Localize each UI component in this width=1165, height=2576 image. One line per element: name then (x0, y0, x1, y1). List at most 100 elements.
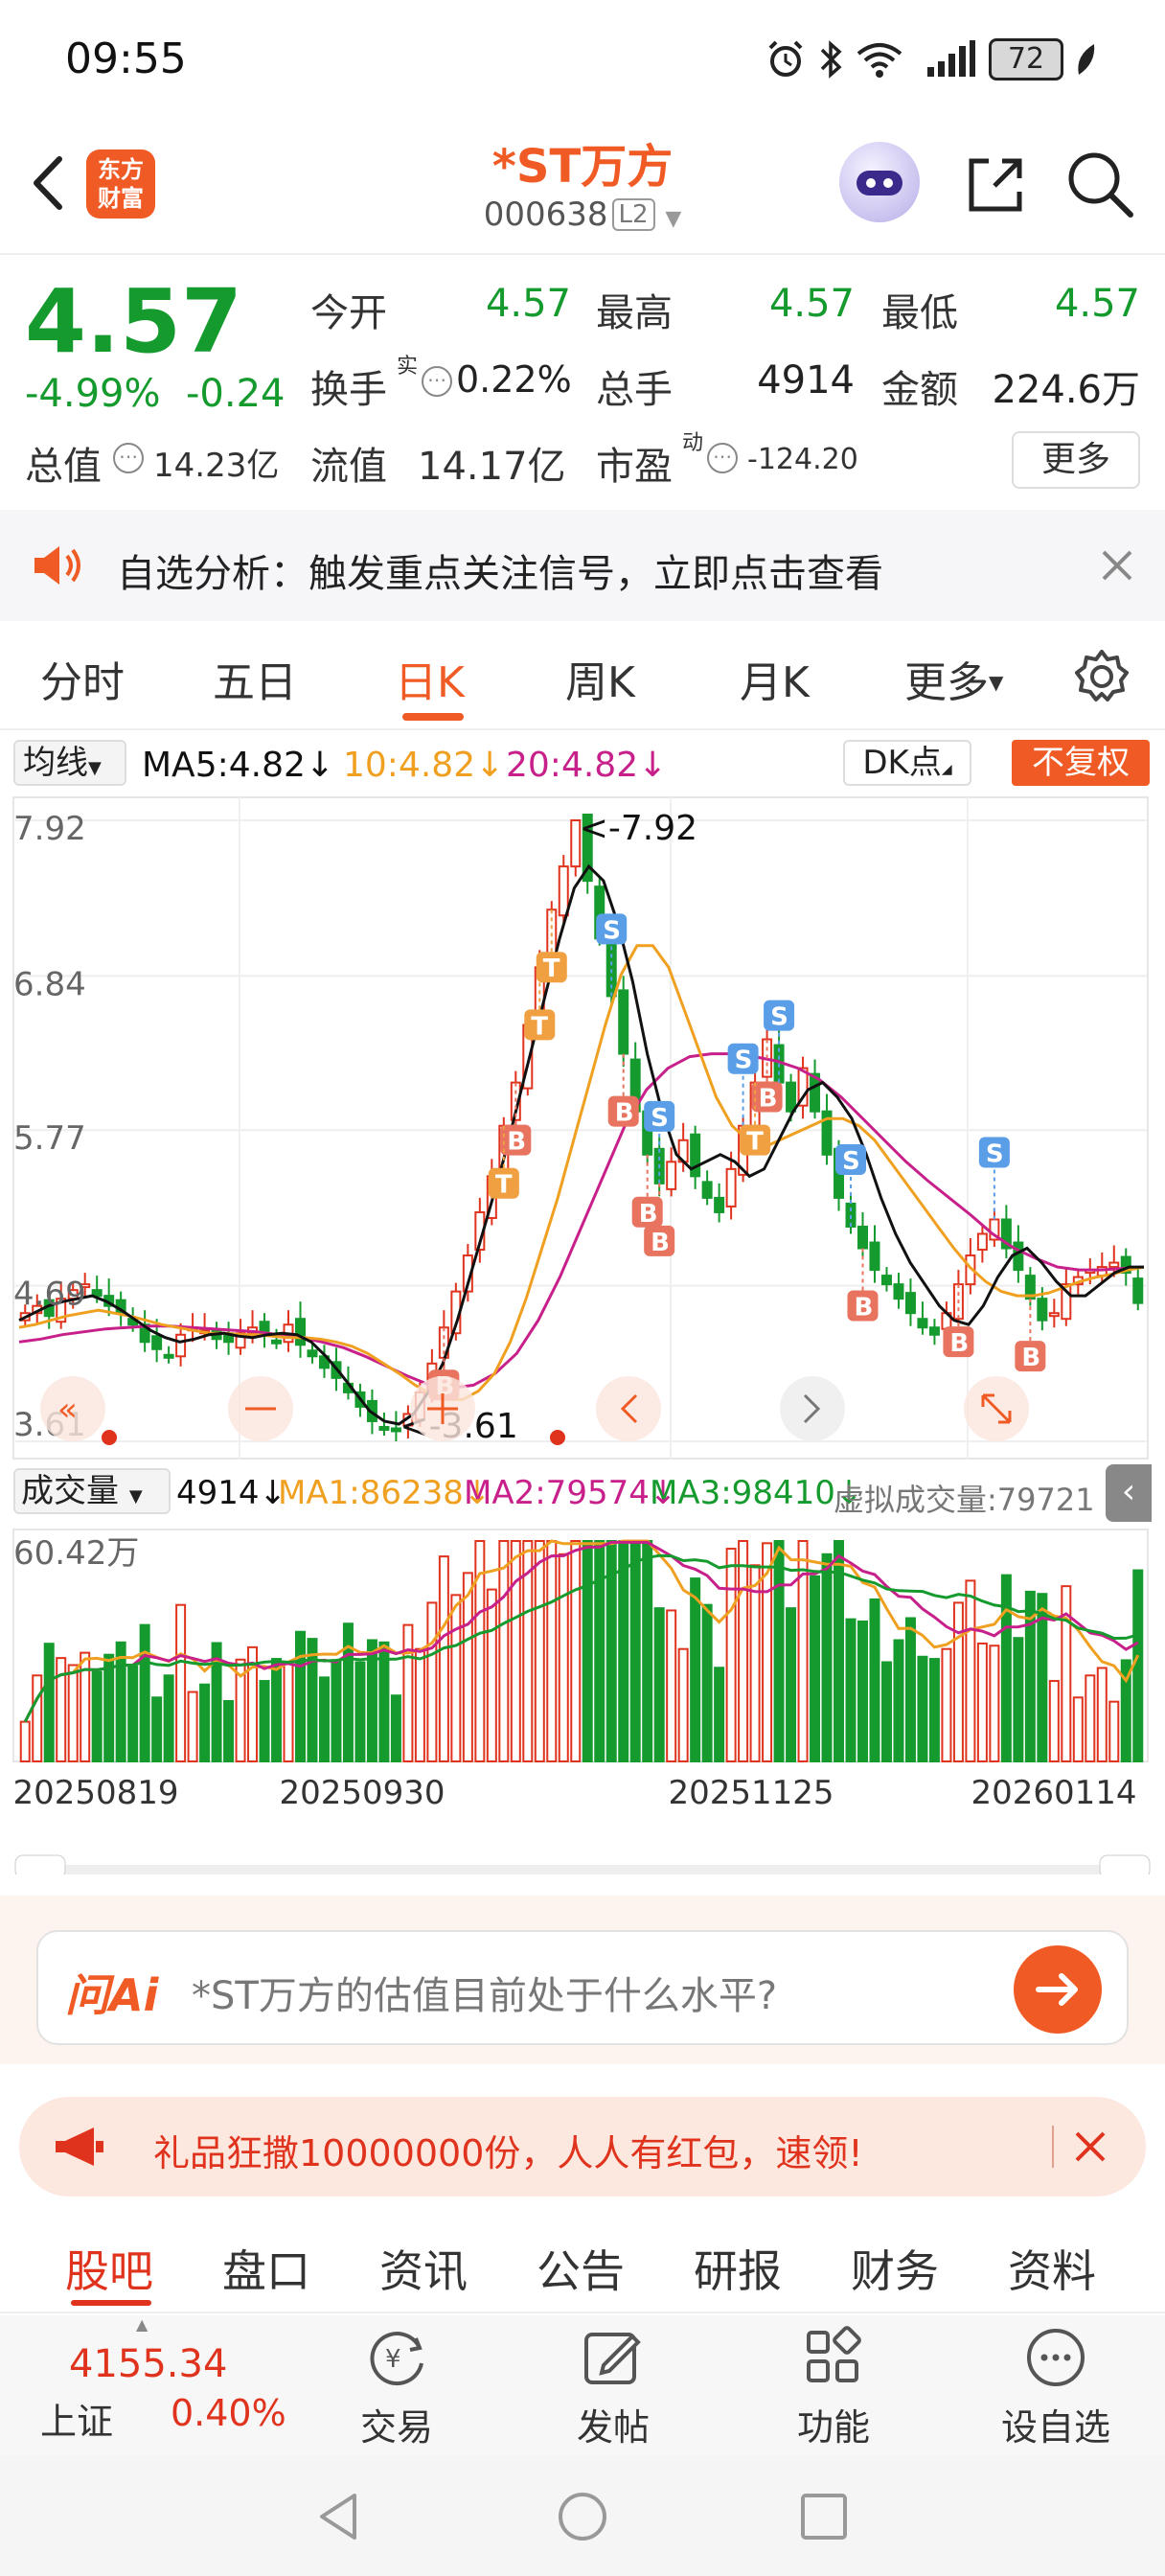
volume-selector[interactable]: 成交量 ▼ (13, 1468, 171, 1514)
volume-bar (880, 1661, 892, 1762)
add-watchlist-button[interactable]: 设自选 (989, 2315, 1123, 2455)
volume-indicator-bar: 成交量 ▼ 4914↓ MA1:86238↓ MA2:79574↓ MA3:98… (0, 1464, 1165, 1522)
tab-news[interactable]: 资讯 (379, 2237, 468, 2300)
analysis-banner[interactable]: 自选分析：触发重点关注信号，立即点击查看 (0, 510, 1165, 621)
volume-bar (965, 1579, 976, 1763)
candle-body (558, 865, 569, 917)
kline-chart[interactable]: BBBBBBBBBSSSSSSTTTT 7.926.845.774.693.61… (0, 792, 1165, 1464)
vol-current: 4914↓ (176, 1474, 287, 1512)
signal-letter: B (507, 1128, 526, 1157)
scrollbar-right-handle[interactable] (1099, 1854, 1151, 1874)
tab-order-book[interactable]: 盘口 (222, 2237, 310, 2300)
stock-code-row[interactable]: 000638 L2 ▼ (402, 196, 763, 234)
close-icon[interactable] (1071, 2128, 1109, 2166)
tab-financials[interactable]: 财务 (851, 2237, 939, 2300)
scroll-right-button[interactable] (780, 1376, 845, 1441)
volume-chart[interactable]: 60.42万 20250819 20250930 20251125 20260114 (0, 1522, 1165, 1874)
candle-body (151, 1335, 163, 1350)
candle-body (714, 1196, 725, 1213)
info-icon[interactable]: ⋯ (113, 443, 144, 473)
nav-recents-icon[interactable] (797, 2490, 851, 2543)
chart-scrollbar[interactable] (15, 1865, 1150, 1874)
volume-bar (1108, 1700, 1120, 1762)
volume-bar (414, 1647, 425, 1762)
collapse-panel-button[interactable]: ‹ (1106, 1464, 1152, 1522)
volume-bar (139, 1623, 150, 1762)
volume-bar (1132, 1569, 1144, 1763)
volume-bar (115, 1641, 126, 1762)
open-value: 4.57 (485, 282, 571, 326)
vol-ma3-text: MA3:98410 (650, 1474, 835, 1512)
logo-line1: 东方 (98, 156, 144, 183)
ma-selector[interactable]: 均线▼ (13, 740, 126, 786)
ma-indicator-bar: 均线▼ MA5:4.82↓ 10:4.82↓ 20:4.82↓ DK点◢ (0, 734, 1165, 792)
settings-gear-icon[interactable] (1073, 648, 1131, 705)
info-icon[interactable]: ⋯ (422, 366, 452, 397)
more-button[interactable]: 更多 (1012, 431, 1140, 489)
stock-name[interactable]: *ST万方 (402, 128, 763, 196)
volume-bar (295, 1630, 306, 1763)
signal-letter: B (759, 1085, 778, 1114)
vol-ma3: MA3:98410↓ (650, 1474, 863, 1512)
bottom-dock: ▲ 4155.34 上证 0.40% ¥ 交易 发帖 功能 设自选 (0, 2315, 1165, 2455)
x-date-label: 20260114 (971, 1774, 1136, 1812)
chevron-down-icon: ▼ (989, 671, 1004, 694)
dk-point-selector[interactable]: DK点◢ (843, 740, 971, 786)
volume-bar (390, 1694, 401, 1762)
back-button[interactable] (21, 150, 79, 217)
nav-home-icon[interactable] (556, 2490, 609, 2543)
ai-submit-button[interactable] (1014, 1945, 1102, 2034)
close-icon[interactable] (1098, 546, 1136, 585)
float-value: 14.17亿 (418, 445, 566, 489)
index-name: 上证 (40, 2401, 114, 2443)
vol-ma2: MA2:79574↓ (464, 1474, 677, 1512)
x-date-label: 20251125 (668, 1774, 834, 1812)
nav-back-icon[interactable] (312, 2490, 366, 2543)
tab-announcements[interactable]: 公告 (537, 2237, 625, 2300)
signal-letter: B (615, 1099, 634, 1128)
share-button[interactable] (960, 150, 1029, 218)
chart-frame (12, 796, 1149, 1460)
ai-assistant-button[interactable] (839, 142, 920, 222)
x-date-label: 20250930 (279, 1774, 445, 1812)
scrollbar-left-handle[interactable] (14, 1854, 66, 1874)
pe-label: 市盈 (596, 445, 673, 489)
volume-bar (67, 1664, 79, 1763)
tab-forum[interactable]: 股吧 (65, 2237, 153, 2300)
arrow-right-icon (1036, 1973, 1078, 2006)
tab-monthly-k[interactable]: 月K (740, 648, 810, 709)
trade-button[interactable]: ¥ 交易 (330, 2315, 464, 2455)
volume-bar (1085, 1674, 1096, 1762)
volume-bar (869, 1598, 880, 1762)
signal-letter: S (770, 1003, 788, 1032)
info-icon[interactable]: ⋯ (707, 443, 738, 473)
change-percent: -4.99% (25, 372, 161, 416)
tab-profile[interactable]: 资料 (1008, 2237, 1096, 2300)
chevron-down-icon: ▼ (88, 758, 102, 778)
tab-research[interactable]: 研报 (694, 2237, 782, 2300)
features-button[interactable]: 功能 (766, 2315, 901, 2455)
promo-banner[interactable]: 礼品狂撒10000000份，人人有红包，速领! (19, 2097, 1146, 2196)
volume-bar (570, 1540, 582, 1762)
content-tabs: 股吧 盘口 资讯 公告 研报 财务 资料 (0, 2210, 1165, 2313)
volume-bar (749, 1564, 761, 1762)
candle-body (618, 989, 629, 1055)
scroll-left-button[interactable] (596, 1376, 661, 1441)
post-button[interactable]: 发帖 (546, 2315, 680, 2455)
index-ticker[interactable]: ▲ 4155.34 上证 0.40% (0, 2315, 287, 2455)
volume-bar (259, 1680, 270, 1762)
tab-more[interactable]: 更多▼ (904, 648, 1003, 709)
tab-weekly-k[interactable]: 周K (565, 648, 635, 709)
tab-daily-k[interactable]: 日K (395, 648, 465, 709)
search-button[interactable] (1063, 148, 1136, 220)
vol-ma1: MA1:86238↓ (278, 1474, 491, 1512)
signal-letter: S (842, 1147, 860, 1176)
no-adjust-button[interactable]: 不复权 (1012, 740, 1150, 786)
active-tab-indicator (402, 713, 464, 721)
tab-five-day[interactable]: 五日 (213, 648, 297, 709)
trade-label: 交易 (359, 2406, 433, 2449)
tab-intraday[interactable]: 分时 (40, 648, 125, 709)
watchlist-label: 设自选 (1000, 2406, 1110, 2449)
ai-question-input[interactable]: 问Ai *ST万方的估值目前处于什么水平? (36, 1930, 1129, 2045)
volume-bar (773, 1540, 785, 1762)
